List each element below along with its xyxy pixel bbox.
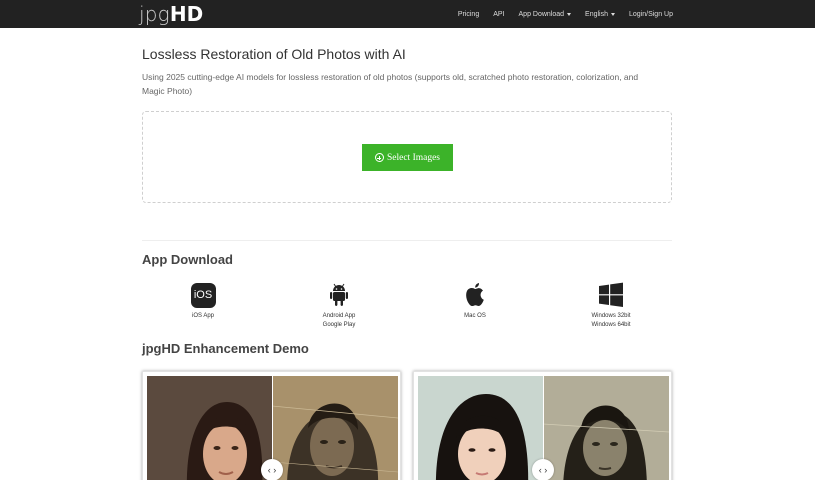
android-icon [326,282,352,308]
nav-language-label: English [585,10,609,18]
google-play-label: Google Play [322,322,356,328]
app-download-heading: App Download [142,252,233,267]
apple-icon [462,282,488,308]
nav-language-dropdown[interactable]: English [585,10,616,18]
page-title: Lossless Restoration of Old Photos with … [142,46,406,62]
caret-down-icon [567,12,572,16]
download-mac-os[interactable]: Mac OS [420,282,530,321]
demo-2-original-image [543,376,669,480]
nav-app-download-dropdown[interactable]: App Download [519,11,572,18]
nav-pricing[interactable]: Pricing [458,11,479,18]
windows-64bit-label: Windows 64bit [591,322,631,328]
select-images-button[interactable]: Select Images [362,144,453,171]
ios-app-label: iOS App [191,313,214,319]
android-app-label: Android App [322,313,356,319]
demo-1-restored-image [147,376,272,480]
download-android-app[interactable]: Android App Google Play [284,282,394,330]
upload-drop-zone[interactable]: Select Images [142,111,672,203]
download-ios-app[interactable]: iOS iOS App [148,282,258,321]
nav-api-label: API [493,10,505,18]
demo-1-compare-handle[interactable]: ‹ › [261,459,283,480]
section-divider [142,240,672,241]
logo-text-light: jpg [139,2,170,26]
top-navbar: jpg HD Pricing API App Download English L… [0,0,815,28]
windows-icon [598,282,624,308]
demo-2-restored-image [418,376,543,480]
demo-comparison-1[interactable]: ‹ › [142,371,401,480]
demo-1-original-image [272,376,398,480]
ios-badge: iOS [190,282,216,308]
caret-down-icon [611,12,616,16]
nav-app-download-label: App Download [518,10,565,18]
demo-heading: jpgHD Enhancement Demo [142,341,309,356]
select-images-label: Select Images [386,152,441,163]
nav-links: Pricing API App Download English Login/S… [444,0,673,28]
download-windows[interactable]: Windows 32bit Windows 64bit [556,282,666,330]
plus-circle-icon [374,153,384,162]
nav-pricing-label: Pricing [457,10,480,18]
windows-32bit-label: Windows 32bit [591,313,631,319]
nav-login-signup[interactable]: Login/Sign Up [629,11,673,18]
nav-login-label: Login/Sign Up [629,10,673,18]
nav-api[interactable]: API [493,11,504,18]
demo-2-compare-handle[interactable]: ‹ › [532,459,554,480]
site-logo[interactable]: jpg HD [139,2,203,26]
ios-icon: iOS [190,282,216,308]
demo-comparison-2[interactable]: ‹ › [413,371,672,480]
mac-os-label: Mac OS [464,313,486,319]
logo-text-bold: HD [169,2,204,26]
page-subtitle: Using 2025 cutting-edge AI models for lo… [142,72,639,96]
